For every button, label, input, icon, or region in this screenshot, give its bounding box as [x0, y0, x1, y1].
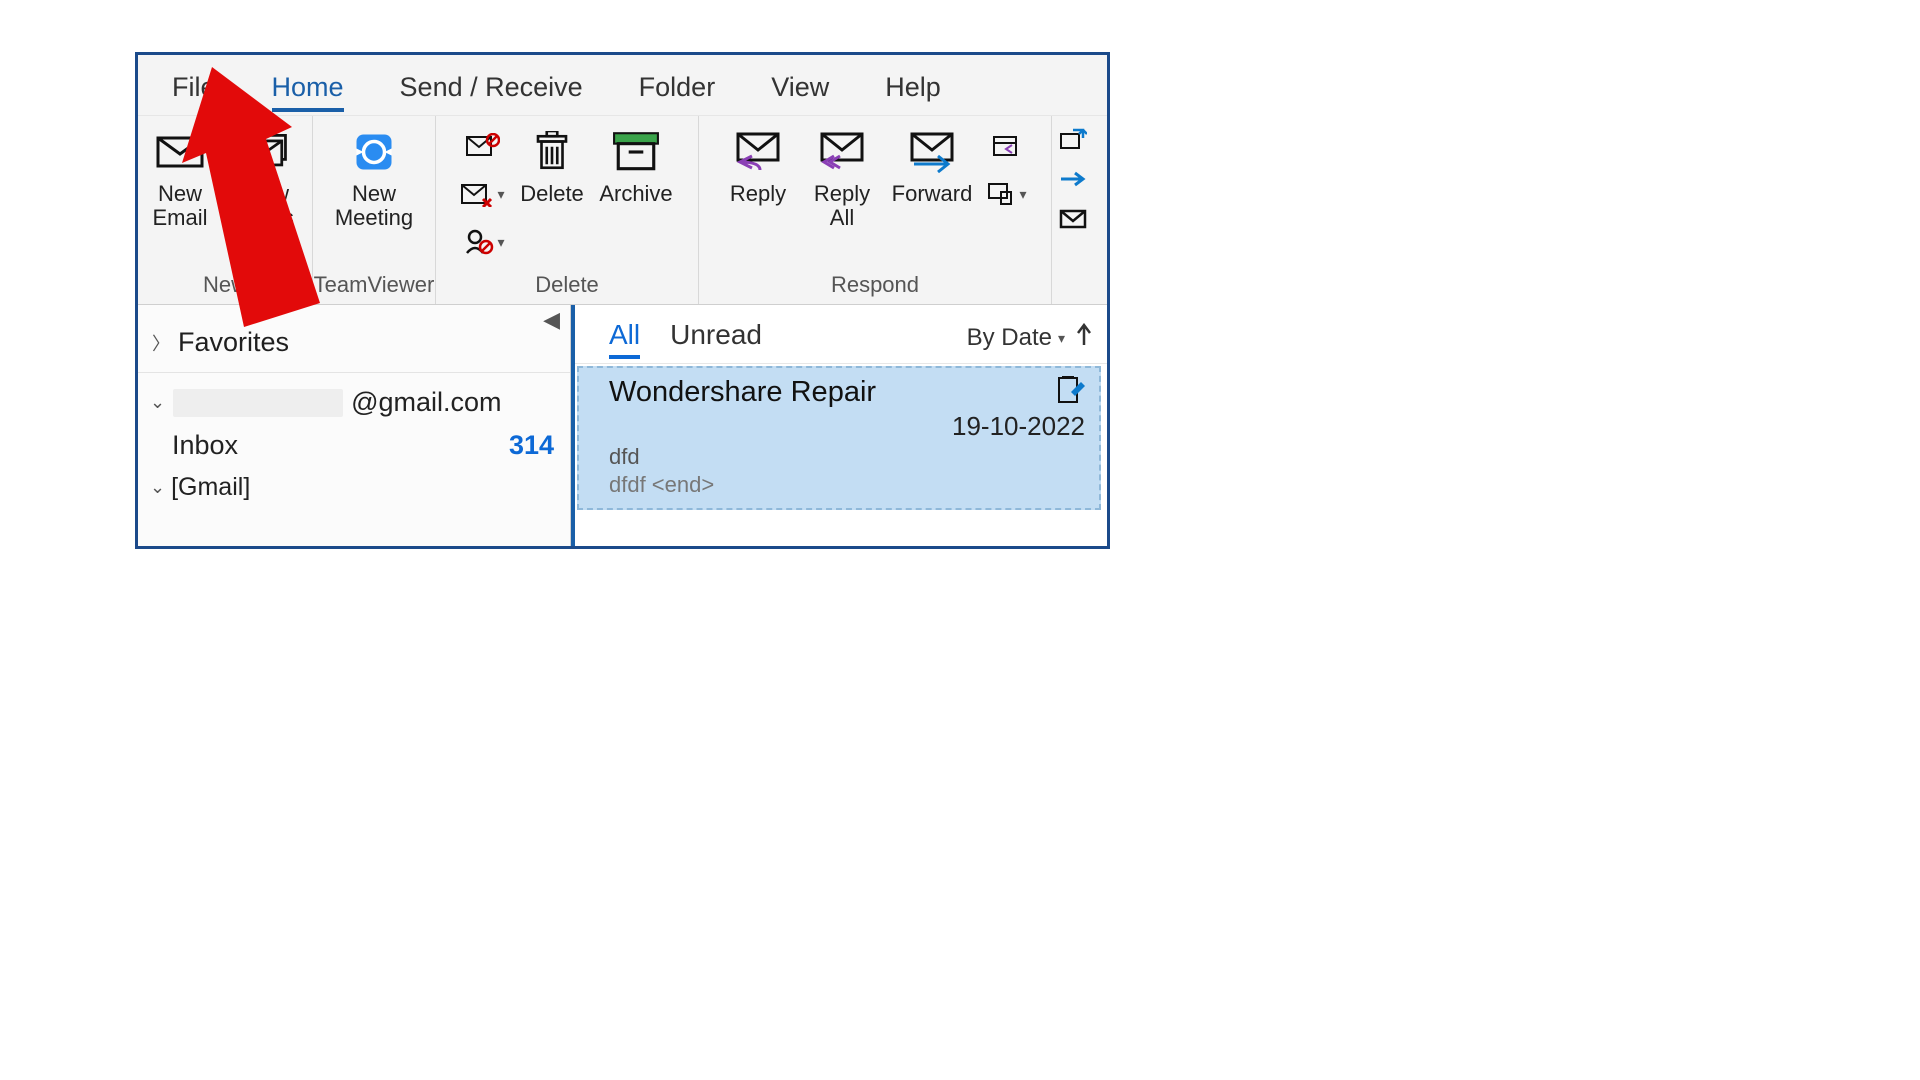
sort-by-button[interactable]: By Date ▾ — [967, 324, 1065, 352]
ignore-button[interactable] — [461, 126, 505, 166]
favorites-label: Favorites — [178, 327, 289, 358]
delete-small-stack: ▾ ▾ — [459, 122, 507, 266]
message-subject: dfd — [609, 444, 1085, 470]
inbox-count: 314 — [509, 430, 554, 461]
group-label-delete: Delete — [535, 270, 599, 302]
forward-icon — [904, 124, 960, 180]
message-preview: dfdf <end> — [609, 472, 1085, 498]
sort-direction-button[interactable] — [1075, 323, 1095, 354]
message-sender: Wondershare Repair — [609, 376, 876, 409]
account-header[interactable]: ⌄ @gmail.com — [138, 373, 570, 424]
menu-tabs: File Home Send / Receive Folder View Hel… — [138, 55, 1107, 116]
tab-help[interactable]: Help — [857, 68, 969, 109]
main-area: ◀ 〉 Favorites ⌄ @gmail.com Inbox 314 ⌄ [… — [138, 305, 1107, 549]
new-meeting-button[interactable]: New Meeting — [326, 122, 422, 232]
reply-button[interactable]: Reply — [719, 122, 797, 208]
group-label-new: New — [203, 270, 247, 302]
forward-label: Forward — [892, 182, 973, 206]
new-email-button[interactable]: New Email — [141, 122, 219, 232]
group-label-respond: Respond — [831, 270, 919, 302]
delete-button[interactable]: Delete — [513, 122, 591, 208]
outlook-window: File Home Send / Receive Folder View Hel… — [135, 52, 1110, 549]
gmail-label: [Gmail] — [171, 473, 250, 502]
tab-file[interactable]: File — [144, 68, 244, 109]
archive-icon — [608, 124, 664, 180]
ribbon-group-new: New Email New Items ▾ New — [138, 116, 313, 304]
forward-button[interactable]: Forward — [887, 122, 977, 208]
chevron-down-icon: ▾ — [497, 186, 504, 203]
ribbon-group-respond: Reply Reply All Forward — [699, 116, 1052, 304]
message-date: 19-10-2022 — [952, 411, 1085, 442]
draft-icon — [952, 376, 1085, 411]
chevron-down-icon: ▾ — [1058, 330, 1065, 347]
archive-label: Archive — [599, 182, 672, 206]
trash-icon — [524, 124, 580, 180]
archive-button[interactable]: Archive — [597, 122, 675, 208]
folder-gmail[interactable]: ⌄ [Gmail] — [138, 467, 570, 508]
respond-more-stack: ▾ — [983, 122, 1031, 218]
ribbon-group-teamviewer: New Meeting TeamViewer — [313, 116, 436, 304]
new-email-label: New Email — [152, 182, 207, 230]
tab-home[interactable]: Home — [244, 68, 372, 109]
message-filter-header: All Unread By Date ▾ — [575, 305, 1107, 364]
envelope-icon — [152, 124, 208, 180]
chevron-down-icon: ▾ — [264, 230, 271, 245]
account-suffix: @gmail.com — [351, 387, 501, 418]
reply-all-button[interactable]: Reply All — [803, 122, 881, 232]
folder-inbox[interactable]: Inbox 314 — [138, 424, 570, 467]
tab-folder[interactable]: Folder — [611, 68, 744, 109]
sort-label: By Date — [967, 324, 1052, 352]
chevron-down-icon: ⌄ — [150, 392, 165, 413]
cleanup-button[interactable]: ▾ — [461, 174, 505, 214]
ribbon-group-delete: ▾ ▾ Delete Archi — [436, 116, 699, 304]
chevron-right-icon: 〉 — [152, 330, 170, 356]
chevron-down-icon: ⌄ — [150, 477, 165, 498]
message-list-pane: All Unread By Date ▾ Wondershare Repair — [571, 305, 1107, 549]
filter-unread[interactable]: Unread — [670, 319, 762, 357]
favorites-header[interactable]: 〉 Favorites — [138, 305, 570, 373]
reply-icon — [730, 124, 786, 180]
ribbon-overflow — [1052, 116, 1094, 304]
tab-view[interactable]: View — [743, 68, 857, 109]
team-email-button[interactable] — [1056, 202, 1090, 236]
new-meeting-label: New Meeting — [335, 182, 413, 230]
ribbon: New Email New Items ▾ New Ne — [138, 116, 1107, 305]
reply-label: Reply — [730, 182, 786, 206]
chevron-down-icon: ▾ — [1019, 186, 1026, 203]
account-name-redacted — [173, 389, 343, 417]
reply-all-icon — [814, 124, 870, 180]
meeting-reply-button[interactable] — [985, 126, 1029, 166]
more-respond-button[interactable]: ▾ — [985, 174, 1029, 214]
message-item[interactable]: Wondershare Repair 19-10-2022 dfd dfdf <… — [577, 366, 1101, 510]
to-manager-button[interactable] — [1056, 162, 1090, 196]
filter-all[interactable]: All — [609, 319, 640, 357]
reply-all-label: Reply All — [814, 182, 870, 230]
envelope-stack-icon — [239, 124, 295, 180]
inbox-label: Inbox — [172, 430, 238, 461]
chevron-down-icon: ▾ — [497, 234, 504, 251]
delete-label: Delete — [520, 182, 584, 206]
new-items-button[interactable]: New Items ▾ — [225, 122, 309, 248]
tab-send-receive[interactable]: Send / Receive — [372, 68, 611, 109]
junk-button[interactable]: ▾ — [461, 222, 505, 262]
folder-pane: ◀ 〉 Favorites ⌄ @gmail.com Inbox 314 ⌄ [… — [138, 305, 571, 549]
group-label-teamviewer: TeamViewer — [314, 270, 435, 302]
new-items-label: New Items — [240, 182, 294, 230]
collapse-nav-icon[interactable]: ◀ — [543, 307, 560, 333]
teamviewer-icon — [346, 124, 402, 180]
move-to-button[interactable] — [1056, 122, 1090, 156]
